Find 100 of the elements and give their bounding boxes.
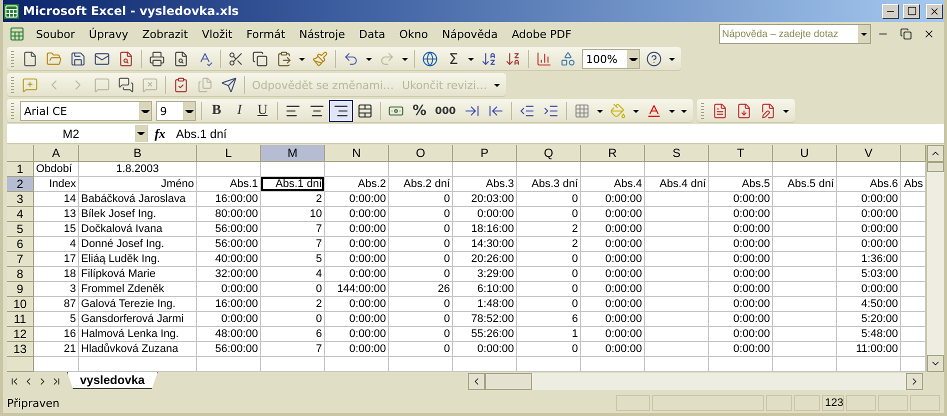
column-header[interactable]: O: [389, 145, 453, 162]
scroll-thumb[interactable]: [927, 162, 944, 172]
row-header[interactable]: 8: [7, 267, 34, 282]
menu-item[interactable]: Nápověda: [435, 26, 505, 42]
shapes-icon: [560, 51, 576, 67]
table-cell: 0: [389, 312, 453, 327]
menu-item[interactable]: Nástroje: [292, 26, 352, 42]
column-header[interactable]: R: [581, 145, 645, 162]
empty-cell: [645, 342, 709, 357]
empty-cell: [645, 237, 709, 252]
table-cell: 80:00:00: [197, 207, 261, 222]
scroll-left-button[interactable]: [468, 373, 485, 390]
column-header[interactable]: S: [645, 145, 709, 162]
menu-item[interactable]: Data: [352, 26, 392, 42]
menu-item[interactable]: Zobrazit: [135, 26, 195, 42]
number-format-button[interactable]: %: [408, 100, 431, 122]
status-panel: [794, 395, 820, 411]
table-cell: 0:00:00: [197, 312, 261, 327]
function-label[interactable]: fx: [148, 126, 172, 142]
formula-value[interactable]: Abs.1 dní: [172, 126, 227, 140]
menu-item[interactable]: Okno: [392, 26, 435, 42]
row-header[interactable]: 7: [7, 252, 34, 267]
empty-cell: [773, 237, 837, 252]
row-header[interactable]: 11: [7, 312, 34, 327]
font-combo[interactable]: Arial CE: [20, 101, 152, 121]
table-cell: Eliáą Luděk Ing.: [79, 252, 197, 267]
number-format-button[interactable]: 000: [431, 100, 460, 122]
table-cell: 0:00:00: [709, 237, 773, 252]
menu-item[interactable]: Úpravy: [82, 26, 136, 42]
menu-item[interactable]: Soubor: [29, 26, 82, 42]
font-style-button[interactable]: I: [228, 100, 251, 122]
empty-cell: [773, 312, 837, 327]
column-header[interactable]: T: [709, 145, 773, 162]
align-right-button[interactable]: [329, 100, 353, 122]
column-header[interactable]: L: [197, 145, 261, 162]
column-header[interactable]: U: [773, 145, 837, 162]
row-header[interactable]: 5: [7, 222, 34, 237]
table-cell: 0:00:00: [581, 282, 645, 297]
row-header[interactable]: 10: [7, 297, 34, 312]
row-header[interactable]: 4: [7, 207, 34, 222]
row-header[interactable]: 1: [7, 162, 34, 177]
table-cell: 20:26:00: [453, 252, 517, 267]
table-cell: 56:00:00: [197, 237, 261, 252]
horizontal-scrollbar[interactable]: [468, 373, 923, 390]
autosum-button[interactable]: Σ: [442, 48, 465, 70]
table-cell: 20:03:00: [453, 192, 517, 207]
column-header[interactable]: B: [79, 145, 197, 162]
table-cell: 0:00:00: [709, 222, 773, 237]
table-cell: 56:00:00: [197, 222, 261, 237]
table-cell: 0: [517, 282, 581, 297]
help-search-field[interactable]: Nápověda – zadejte dotaz: [719, 24, 871, 44]
font-style-button[interactable]: U: [251, 100, 274, 122]
menu-item[interactable]: Vložit: [194, 26, 240, 42]
row-header[interactable]: 2: [7, 177, 34, 192]
column-header[interactable]: P: [453, 145, 517, 162]
column-header[interactable]: V: [837, 145, 901, 162]
zoom-combo[interactable]: 100%: [582, 49, 640, 69]
close-button[interactable]: [926, 4, 943, 18]
scroll-down-button[interactable]: [927, 355, 944, 372]
font-style-button[interactable]: B: [205, 100, 228, 122]
table-cell: 5:03:00: [837, 267, 901, 282]
maximize-button[interactable]: [903, 4, 920, 18]
table-cell: 7: [261, 222, 325, 237]
empty-cell: [773, 192, 837, 207]
menu-item[interactable]: Formát: [239, 26, 292, 42]
scroll-right-button[interactable]: [906, 373, 923, 390]
empty-cell: [773, 297, 837, 312]
table-cell: 26: [389, 282, 453, 297]
sheet-tab[interactable]: vysledovka: [67, 372, 158, 389]
table-cell: 4: [261, 267, 325, 282]
pdf-review-icon: [760, 103, 776, 119]
column-header[interactable]: Q: [517, 145, 581, 162]
scissors-icon: [228, 51, 244, 67]
table-cell: 0: [517, 297, 581, 312]
row-header[interactable]: 3: [7, 192, 34, 207]
table-cell: Donné Josef Ing.: [79, 237, 197, 252]
table-cell: 0:00:00: [581, 252, 645, 267]
table-cell: 0:00:00: [709, 267, 773, 282]
table-cell: 14: [34, 192, 79, 207]
table-cell: Bílek Josef Ing.: [79, 207, 197, 222]
row-header[interactable]: 6: [7, 237, 34, 252]
row-header[interactable]: 12: [7, 327, 34, 342]
row-header[interactable]: 9: [7, 282, 34, 297]
vertical-scrollbar[interactable]: [926, 145, 944, 372]
font-size-combo[interactable]: 9: [156, 101, 196, 121]
table-cell: 5: [34, 312, 79, 327]
scroll-thumb[interactable]: [485, 373, 532, 390]
table-cell: 5:48:00: [837, 327, 901, 342]
table-cell: 7: [261, 237, 325, 252]
scroll-up-button[interactable]: [927, 145, 944, 162]
table-cell: 0:00:00: [453, 207, 517, 222]
row-header[interactable]: 13: [7, 342, 34, 357]
close-icon: [922, 28, 934, 40]
column-header[interactable]: N: [325, 145, 389, 162]
minimize-button[interactable]: [882, 4, 899, 18]
column-header[interactable]: A: [34, 145, 79, 162]
column-header[interactable]: M: [261, 145, 325, 162]
redo-icon: [379, 51, 395, 67]
restore-icon: [900, 28, 912, 40]
menu-item[interactable]: Adobe PDF: [504, 26, 578, 42]
